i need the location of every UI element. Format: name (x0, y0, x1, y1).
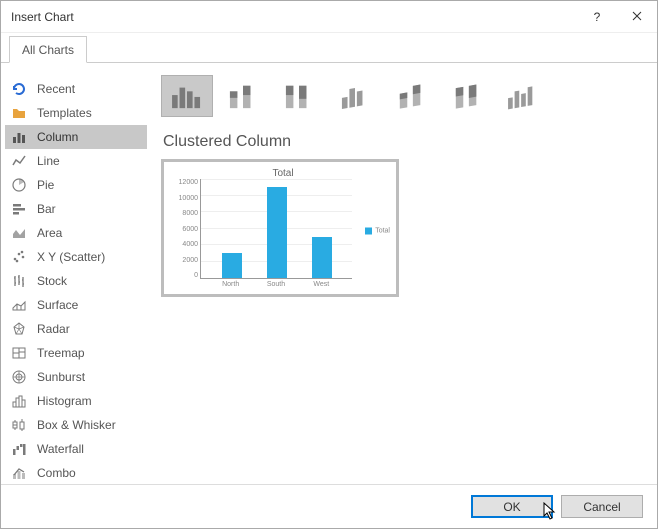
sidebar-item-label: Treemap (37, 346, 85, 360)
sidebar-item-combo[interactable]: Combo (5, 461, 147, 484)
main-panel: Clustered Column Total 12000 10000 8000 … (151, 71, 645, 484)
sunburst-chart-icon (11, 369, 27, 385)
sidebar-item-label: Line (37, 154, 60, 168)
x-tick-label: North (216, 281, 246, 288)
sidebar-item-bar[interactable]: Bar (5, 197, 147, 221)
pie-chart-icon (11, 177, 27, 193)
sidebar-item-label: Area (37, 226, 62, 240)
waterfall-chart-icon (11, 441, 27, 457)
sidebar-item-label: X Y (Scatter) (37, 250, 105, 264)
help-button[interactable]: ? (577, 1, 617, 33)
box-whisker-chart-icon (11, 417, 27, 433)
bar-chart-icon (11, 201, 27, 217)
sidebar-item-label: Radar (37, 322, 70, 336)
ok-button[interactable]: OK (471, 495, 553, 518)
area-chart-icon (11, 225, 27, 241)
insert-chart-dialog: Insert Chart ? All Charts Recent (0, 0, 658, 529)
legend-swatch (365, 227, 372, 234)
close-icon (632, 10, 642, 24)
sidebar-item-label: Recent (37, 82, 75, 96)
sidebar-item-label: Pie (37, 178, 54, 192)
x-axis: North South West (200, 279, 352, 288)
sidebar-item-treemap[interactable]: Treemap (5, 341, 147, 365)
bar (267, 187, 287, 278)
subtype-stacked-column[interactable] (217, 75, 269, 117)
cancel-button[interactable]: Cancel (561, 495, 643, 518)
tabstrip: All Charts (1, 33, 657, 63)
x-tick-label: South (261, 281, 291, 288)
titlebar: Insert Chart ? (1, 1, 657, 33)
sidebar-item-label: Templates (37, 106, 92, 120)
sidebar-item-box-whisker[interactable]: Box & Whisker (5, 413, 147, 437)
dialog-buttons: OK Cancel (1, 484, 657, 528)
sidebar-item-area[interactable]: Area (5, 221, 147, 245)
sidebar-item-templates[interactable]: Templates (5, 101, 147, 125)
sidebar-item-label: Column (37, 130, 78, 144)
sidebar-item-line[interactable]: Line (5, 149, 147, 173)
bar (222, 253, 242, 278)
bar (312, 237, 332, 278)
line-chart-icon (11, 153, 27, 169)
sidebar-item-label: Bar (37, 202, 56, 216)
surface-chart-icon (11, 297, 27, 313)
sidebar-item-label: Surface (37, 298, 78, 312)
sidebar-item-radar[interactable]: Radar (5, 317, 147, 341)
column-subtypes (161, 75, 639, 117)
help-icon: ? (594, 10, 601, 24)
subtype-3d-column[interactable] (497, 75, 549, 117)
close-button[interactable] (617, 1, 657, 33)
sidebar-item-label: Combo (37, 466, 76, 480)
subtype-title: Clustered Column (163, 133, 639, 151)
legend: Total (365, 227, 390, 234)
sidebar-item-label: Stock (37, 274, 67, 288)
recent-icon (11, 81, 27, 97)
combo-chart-icon (11, 465, 27, 481)
chart-category-sidebar: Recent Templates Column Line (1, 71, 151, 484)
sidebar-item-label: Waterfall (37, 442, 84, 456)
subtype-3d-stacked-column[interactable] (385, 75, 437, 117)
sidebar-item-label: Sunburst (37, 370, 85, 384)
subtype-clustered-column[interactable] (161, 75, 213, 117)
tab-all-charts[interactable]: All Charts (9, 36, 87, 63)
sidebar-item-scatter[interactable]: X Y (Scatter) (5, 245, 147, 269)
histogram-chart-icon (11, 393, 27, 409)
treemap-chart-icon (11, 345, 27, 361)
chart-title: Total (174, 168, 392, 179)
sidebar-item-surface[interactable]: Surface (5, 293, 147, 317)
subtype-3d-100-stacked-column[interactable] (441, 75, 493, 117)
subtype-3d-clustered-column[interactable] (329, 75, 381, 117)
sidebar-item-stock[interactable]: Stock (5, 269, 147, 293)
x-tick-label: West (306, 281, 336, 288)
plot-area (200, 179, 352, 279)
chart-preview[interactable]: Total 12000 10000 8000 6000 4000 2000 0 (161, 159, 399, 297)
sidebar-item-label: Histogram (37, 394, 92, 408)
legend-label: Total (375, 227, 390, 234)
sidebar-item-pie[interactable]: Pie (5, 173, 147, 197)
sidebar-item-sunburst[interactable]: Sunburst (5, 365, 147, 389)
sidebar-item-recent[interactable]: Recent (5, 77, 147, 101)
window-title: Insert Chart (11, 10, 74, 24)
sidebar-item-histogram[interactable]: Histogram (5, 389, 147, 413)
sidebar-item-column[interactable]: Column (5, 125, 147, 149)
column-chart-icon (11, 129, 27, 145)
templates-icon (11, 105, 27, 121)
sidebar-item-waterfall[interactable]: Waterfall (5, 437, 147, 461)
stock-chart-icon (11, 273, 27, 289)
radar-chart-icon (11, 321, 27, 337)
subtype-100-stacked-column[interactable] (273, 75, 325, 117)
sidebar-item-label: Box & Whisker (37, 418, 116, 432)
y-axis: 12000 10000 8000 6000 4000 2000 0 (174, 179, 200, 279)
scatter-chart-icon (11, 249, 27, 265)
